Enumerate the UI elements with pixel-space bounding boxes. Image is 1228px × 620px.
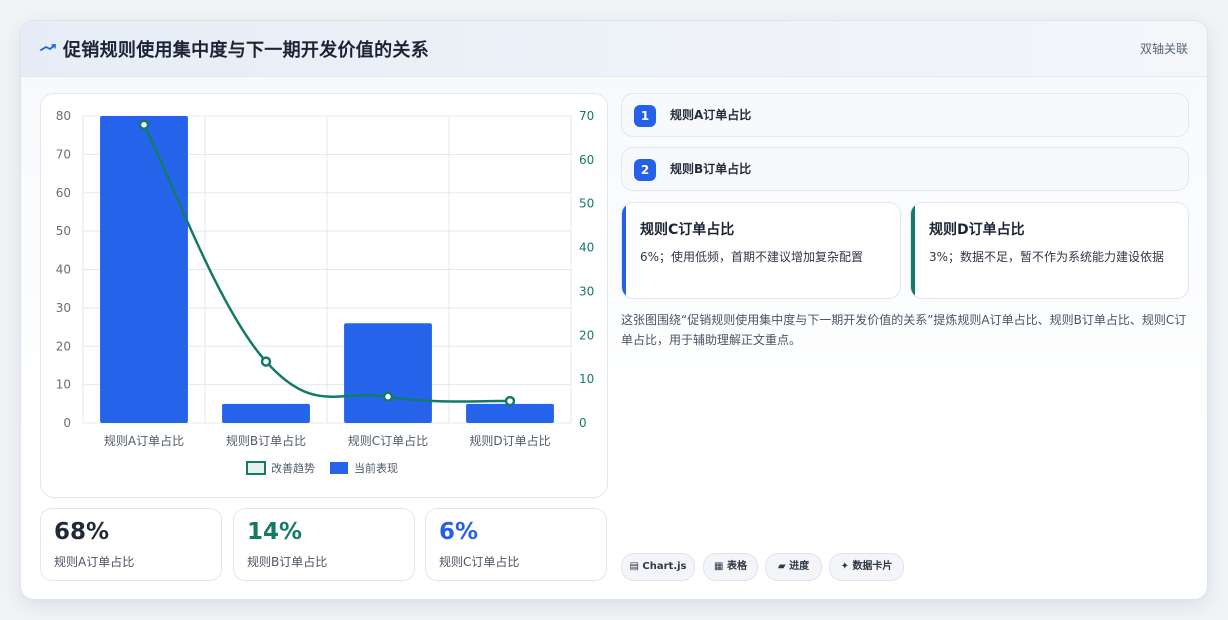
kpi-value: 68%: [54, 519, 110, 545]
kpi-value: 14%: [247, 519, 303, 545]
chart-description: 这张图围绕“促销规则使用集中度与下一期开发价值的关系”提炼规则A订单占比、规则B…: [621, 313, 1187, 347]
y-left-tick-label: 50: [56, 224, 71, 238]
kpi-card-b: 14% 规则B订单占比: [233, 508, 415, 581]
trend-point-3: [382, 391, 394, 402]
y-left-tick-label: 30: [56, 301, 71, 315]
rule-detail-card-d: 规则D订单占比 3%；数据不足，暂不作为系统能力建设依据: [910, 202, 1189, 299]
y-right-tick-label: 50: [579, 197, 594, 211]
legend-label-bar: 当前表现: [354, 461, 398, 475]
y-left-tick-label: 40: [56, 263, 71, 277]
x-category-label: 规则C订单占比: [348, 433, 428, 448]
card-header: 促销规则使用集中度与下一期开发价值的关系 双轴关联: [21, 21, 1207, 77]
kpi-card-c: 6% 规则C订单占比: [425, 508, 607, 581]
x-category-label: 规则A订单占比: [104, 433, 184, 448]
y-left-tick-label: 0: [63, 416, 71, 430]
x-category-label: 规则B订单占比: [226, 433, 306, 448]
kpi-label: 规则A订单占比: [54, 555, 135, 569]
y-left-tick-label: 70: [56, 147, 71, 161]
bar-1: [100, 116, 188, 423]
y-left-tick-label: 20: [56, 339, 71, 353]
trend-point-4: [504, 395, 516, 407]
kpi-card-a: 68% 规则A订单占比: [40, 508, 222, 581]
kpi-label: 规则B订单占比: [247, 555, 328, 569]
rule-label: 规则A订单占比: [670, 108, 752, 122]
y-right-tick-label: 10: [579, 372, 594, 386]
page-title: 促销规则使用集中度与下一期开发价值的关系: [63, 40, 429, 61]
y-right-tick-label: 20: [579, 328, 594, 342]
detail-desc: 6%；使用低频，首期不建议增加复杂配置: [640, 250, 864, 264]
trend-icon: [40, 44, 56, 51]
x-category-label: 规则D订单占比: [469, 433, 550, 448]
chart-card: 促销规则使用集中度与下一期开发价值的关系 双轴关联 0 10 20 30 40 50 60 7…: [20, 20, 1208, 600]
rule-detail-card-c: 规则C订单占比 6%；使用低频，首期不建议增加复杂配置: [621, 202, 901, 299]
y-right-tick-label: 70: [579, 109, 594, 123]
detail-desc: 3%；数据不足，暂不作为系统能力建设依据: [929, 250, 1165, 264]
bar-4: [466, 403, 554, 423]
y-left-tick-label: 10: [56, 378, 71, 392]
chip-table[interactable]: ▦ 表格: [703, 553, 758, 581]
kpi-label: 规则C订单占比: [439, 555, 520, 569]
combo-chart: 0 10 20 30 40 50 60 70 80 0 10 20 30 40 50 60 70 规则A订单占比 规…: [56, 109, 594, 475]
chip-label: 进度: [789, 561, 810, 572]
rule-number-badge: 1: [634, 105, 656, 127]
detail-title: 规则C订单占比: [640, 222, 735, 238]
y-right-tick-label: 40: [579, 241, 594, 255]
chip-chartjs[interactable]: ▤ Chart.js: [621, 553, 695, 581]
progress-icon: ▰: [777, 561, 786, 572]
chart-icon: ▤: [629, 561, 639, 572]
legend-swatch-bar: [330, 462, 348, 474]
legend-swatch-line: [246, 461, 266, 475]
bar-3: [344, 323, 432, 423]
rule-item-1[interactable]: 1 规则A订单占比: [621, 93, 1189, 137]
y-right-tick-label: 60: [579, 153, 594, 167]
y-left-tick-label: 80: [56, 109, 71, 123]
kpi-value: 6%: [439, 519, 479, 545]
y-right-tick-label: 0: [579, 416, 587, 430]
chip-label: 表格: [726, 561, 747, 572]
chart-panel: 0 10 20 30 40 50 60 70 80 0 10 20 30 40 50 60 70 规则A订单占比 规…: [40, 93, 608, 498]
chip-data-card[interactable]: ✦ 数据卡片: [829, 553, 904, 581]
dual-axis-tag: 双轴关联: [1139, 42, 1188, 56]
y-right-tick-label: 30: [579, 284, 594, 298]
detail-title: 规则D订单占比: [929, 222, 1025, 238]
trend-point-2: [260, 356, 272, 367]
chip-progress[interactable]: ▰ 进度: [765, 553, 822, 581]
trend-point-1: [138, 119, 150, 131]
rule-label: 规则B订单占比: [670, 162, 752, 176]
table-icon: ▦: [714, 561, 724, 572]
y-left-tick-label: 60: [56, 186, 71, 200]
sparkle-icon: ✦: [840, 561, 849, 572]
rule-item-2[interactable]: 2 规则B订单占比: [621, 147, 1189, 191]
rule-number-badge: 2: [634, 159, 656, 181]
chip-label: 数据卡片: [852, 561, 893, 572]
chip-label: Chart.js: [642, 561, 687, 572]
bar-2: [222, 403, 310, 423]
accent-bar: [622, 203, 626, 298]
legend-label-line: 改善趋势: [271, 461, 315, 475]
accent-bar: [911, 203, 915, 298]
